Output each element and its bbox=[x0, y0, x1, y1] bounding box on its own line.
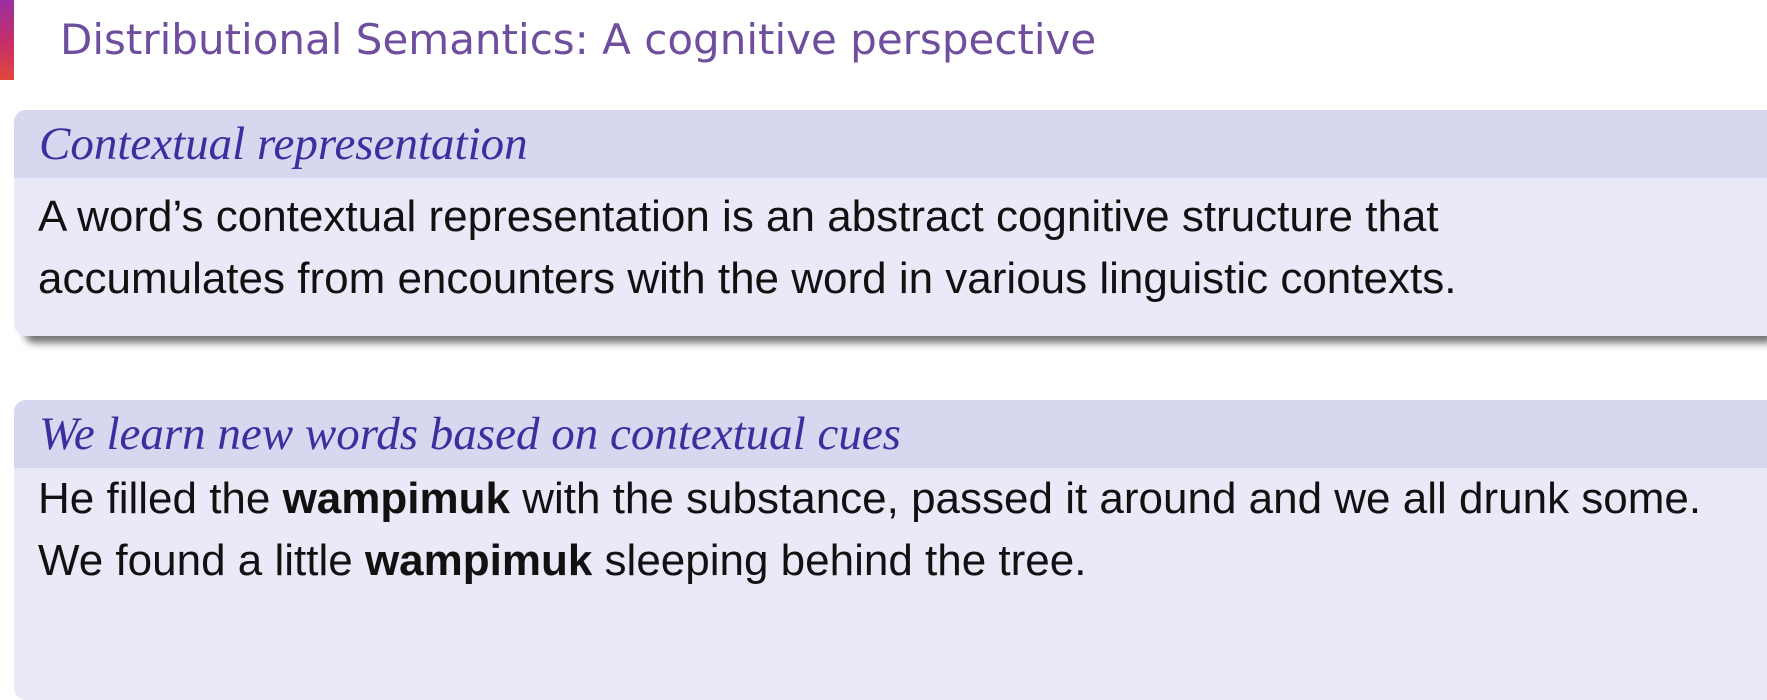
example-sentence-1-nonce-word: wampimuk bbox=[282, 474, 510, 523]
definition-block: Contextual representation A word’s conte… bbox=[14, 110, 1767, 336]
example-sentence-2-nonce-word: wampimuk bbox=[364, 536, 593, 585]
title-accent-bar bbox=[0, 0, 14, 80]
example-block: We learn new words based on contextual c… bbox=[14, 400, 1767, 700]
definition-block-title: Contextual representation bbox=[39, 118, 528, 170]
example-block-body: He filled the wampimuk with the substanc… bbox=[14, 468, 1767, 592]
definition-line-1: A word’s contextual representation is an… bbox=[38, 192, 1439, 241]
example-block-title: We learn new words based on contextual c… bbox=[39, 408, 901, 460]
example-block-header: We learn new words based on contextual c… bbox=[14, 400, 1767, 468]
slide-title: Distributional Semantics: A cognitive pe… bbox=[60, 15, 1097, 64]
example-sentence-2-start: We found a little bbox=[38, 536, 365, 585]
definition-block-header: Contextual representation bbox=[14, 110, 1767, 178]
example-sentence-1-start: He filled the bbox=[38, 474, 283, 523]
example-sentence-1-end: with the substance, passed it around and… bbox=[509, 474, 1702, 523]
definition-line-2: accumulates from encounters with the wor… bbox=[38, 254, 1457, 303]
example-sentence-2-end: sleeping behind the tree. bbox=[592, 536, 1087, 585]
definition-block-body: A word’s contextual representation is an… bbox=[14, 178, 1767, 310]
example-sentence-1: He filled the wampimuk with the substanc… bbox=[38, 468, 1747, 530]
example-sentence-2: We found a little wampimuk sleeping behi… bbox=[38, 530, 1747, 592]
